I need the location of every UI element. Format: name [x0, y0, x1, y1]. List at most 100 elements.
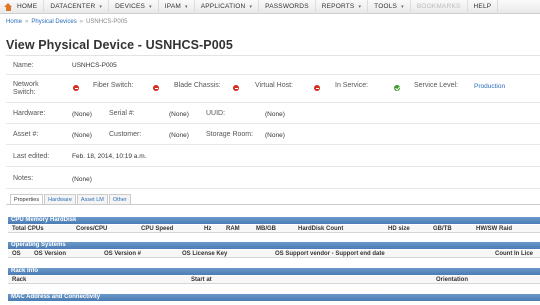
breadcrumb-separator: »	[25, 19, 29, 25]
notes-row: Notes: (None)	[6, 168, 540, 189]
chevron-down-icon: ▾	[149, 3, 152, 10]
column-header: OS	[12, 251, 21, 257]
column-header: OS Version	[34, 251, 67, 257]
column-header: HW/SW Raid	[476, 226, 512, 232]
asset-label: Asset #:	[13, 131, 39, 138]
chevron-down-icon: ▾	[185, 3, 188, 10]
red-no-icon	[314, 85, 320, 91]
storage-room-label: Storage Room:	[206, 131, 254, 138]
nav-passwords-label: PASSWORDS	[265, 3, 309, 10]
breadcrumb-current: USNHCS-P005	[86, 19, 128, 25]
last-edited-row: Last edited: Feb. 18, 2014, 10:19 a.m.	[6, 146, 540, 167]
in-service-label: In Service:	[335, 82, 369, 89]
name-label: Name:	[13, 62, 34, 69]
name-row: Name: USNHCS-P005	[6, 55, 540, 75]
uuid-value: (None)	[265, 111, 285, 118]
uuid-label: UUID:	[206, 110, 226, 117]
nav-ipam[interactable]: IPAM ▾	[159, 0, 195, 14]
tab-properties[interactable]: Properties	[10, 194, 44, 204]
detail-tabs: Properties Hardware Asset LM Other	[10, 194, 132, 204]
customer-label: Customer:	[109, 131, 142, 138]
column-header: OS License Key	[182, 251, 228, 257]
column-header: CPU Speed	[141, 226, 174, 232]
column-header: Start at	[191, 277, 212, 283]
network-switch-label: Network Switch:	[13, 81, 39, 96]
last-edited-label: Last edited:	[13, 153, 50, 160]
nav-tools-label: TOOLS	[374, 3, 398, 10]
breadcrumb-separator: »	[79, 19, 84, 25]
column-header: Hz	[204, 226, 212, 232]
column-header: MB/GB	[256, 226, 276, 232]
nav-help-label: HELP	[473, 3, 492, 10]
nav-reports[interactable]: REPORTS ▾	[316, 0, 369, 14]
tab-asset-lm[interactable]: Asset LM	[76, 194, 108, 204]
service-level-label: Service Level:	[414, 82, 458, 89]
os-column-headers: OS OS Version OS Version # OS License Ke…	[8, 250, 540, 258]
column-header: Total CPUs	[12, 226, 44, 232]
top-navigation: HOME DATACENTER ▾ DEVICES ▾ IPAM ▾ APPLICAT…	[0, 0, 540, 14]
breadcrumb-home[interactable]: Home	[6, 19, 22, 25]
customer-value: (None)	[169, 132, 189, 139]
column-header: Orientation	[436, 277, 469, 283]
nav-application[interactable]: APPLICATION ▾	[195, 0, 260, 14]
notes-label: Notes:	[13, 175, 34, 182]
nav-application-label: APPLICATION	[200, 3, 246, 10]
fiber-switch-label: Fiber Switch:	[93, 82, 134, 89]
tab-other[interactable]: Other	[108, 194, 131, 204]
nav-ipam-label: IPAM	[164, 3, 182, 10]
blade-chassis-label: Blade Chassis:	[174, 82, 221, 89]
nav-datacenter[interactable]: DATACENTER ▾	[44, 0, 110, 14]
hardware-row: Hardware: (None) Serial #: (None) UUID: …	[6, 104, 540, 124]
tab-hardware[interactable]: Hardware	[44, 194, 76, 204]
column-header: OS Support vendor - Support end date	[275, 251, 385, 257]
service-level-link[interactable]: Production	[474, 83, 505, 90]
nav-home[interactable]: HOME	[0, 0, 45, 14]
nav-tools[interactable]: TOOLS ▾	[368, 0, 411, 14]
chevron-down-icon: ▾	[401, 3, 404, 10]
page-title: View Physical Device - USNHCS-P005	[6, 38, 233, 52]
hardware-label: Hardware:	[13, 110, 46, 117]
nav-datacenter-label: DATACENTER	[50, 3, 96, 10]
nav-bookmarks[interactable]: BOOKMARKS	[411, 0, 468, 14]
notes-value: (None)	[72, 176, 92, 183]
chevron-down-icon: ▾	[358, 3, 362, 10]
rack-section-header: Rack Info	[8, 268, 540, 275]
nav-bookmarks-label: BOOKMARKS	[416, 3, 461, 10]
column-header: RAM	[226, 226, 240, 232]
red-no-icon	[233, 85, 239, 91]
rack-column-headers: Rack Start at Orientation	[8, 276, 540, 284]
column-header: Cores/CPU	[76, 226, 108, 232]
nav-devices[interactable]: DEVICES ▾	[109, 0, 159, 14]
column-header: GB/TB	[433, 226, 452, 232]
red-no-icon	[73, 85, 79, 91]
chevron-down-icon: ▾	[99, 3, 103, 10]
nav-reports-label: REPORTS	[321, 3, 355, 10]
virtual-host-label: Virtual Host:	[255, 82, 293, 89]
storage-room-value: (None)	[265, 132, 285, 139]
hardware-value: (None)	[72, 111, 92, 118]
nav-home-label: HOME	[17, 3, 38, 10]
serial-label: Serial #:	[109, 110, 135, 117]
nav-devices-label: DEVICES	[115, 3, 146, 10]
column-header: OS Version #	[104, 251, 142, 257]
tab-divider	[6, 204, 540, 205]
nav-help[interactable]: HELP	[468, 0, 499, 14]
asset-row: Asset #: (None) Customer: (None) Storage…	[6, 125, 540, 145]
mac-section-header: MAC Address and Connectivity	[8, 294, 540, 301]
os-section-header: Operating Systems	[8, 242, 540, 249]
home-icon	[4, 2, 13, 11]
chevron-down-icon: ▾	[249, 3, 253, 10]
column-header: HardDisk Count	[298, 226, 344, 232]
breadcrumb: Home» Physical Devices» USNHCS-P005	[6, 19, 127, 25]
red-no-icon	[153, 85, 159, 91]
asset-value: (None)	[72, 132, 92, 139]
nav-passwords[interactable]: PASSWORDS	[259, 0, 316, 14]
status-row: Network Switch: Fiber Switch: Blade Chas…	[6, 76, 540, 103]
last-edited-value: Feb. 18, 2014, 10:19 a.m.	[72, 153, 147, 160]
cpu-section-header: CPU Memory HardDisk	[8, 217, 540, 224]
cpu-column-headers: Total CPUs Cores/CPU CPU Speed Hz RAM MB…	[8, 225, 540, 233]
green-check-icon	[394, 85, 400, 91]
column-header: Rack	[12, 277, 27, 283]
name-value: USNHCS-P005	[72, 62, 117, 69]
breadcrumb-physical-devices[interactable]: Physical Devices	[31, 19, 76, 25]
